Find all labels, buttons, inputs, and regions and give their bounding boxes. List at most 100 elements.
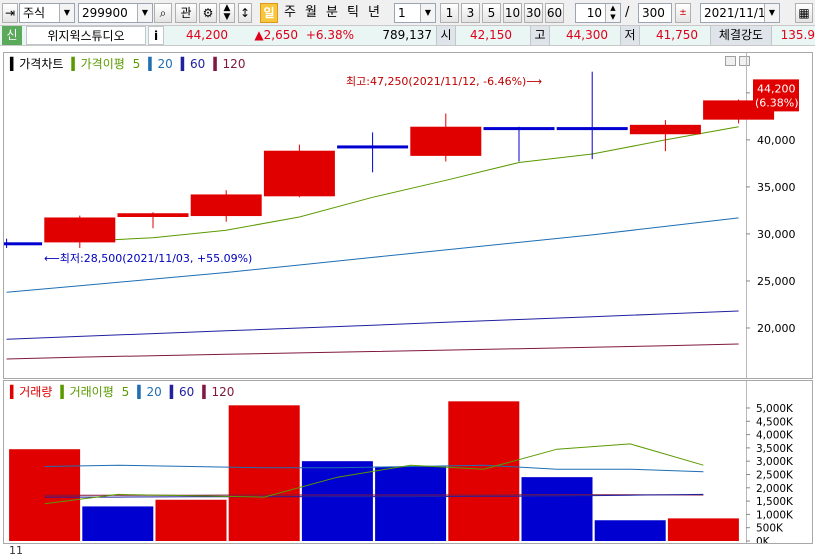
price-chart-panel: ▍가격차트 ▍가격이평 5 ▍20 ▍60 ▍120 20,000 25,000 30,00…: [3, 52, 813, 379]
volume-y-tick-label-3: 1,500K: [756, 496, 794, 508]
chevron-down-icon[interactable]: ▼: [137, 4, 152, 22]
date-select[interactable]: 2021/11/16 ▼: [700, 3, 780, 23]
watchlist-button[interactable]: 관: [175, 3, 197, 23]
candle-body-3: [190, 194, 262, 217]
price-chart-canvas: 20,00025,00030,00035,00040,00045,000최고:4…: [4, 53, 799, 378]
footer-count: 11: [9, 544, 23, 557]
menu-arrow-icon[interactable]: ⇥: [2, 3, 18, 23]
price-ma60-line: [6, 310, 739, 340]
strength-value: 135.9: [780, 28, 815, 42]
open-label: 시: [436, 26, 456, 45]
current-price: 44,200: [186, 28, 228, 42]
chevron-down-icon[interactable]: ▼: [420, 4, 435, 22]
low-label: 저: [620, 26, 640, 45]
interval-value: 1: [398, 6, 406, 20]
quick-interval-30[interactable]: 30: [524, 3, 543, 23]
tab-minute[interactable]: 분: [326, 5, 338, 21]
candle-body-8: [556, 127, 628, 131]
market-select-value: 주식: [23, 6, 46, 20]
search-icon[interactable]: ⌕: [154, 3, 172, 23]
low-annotation: ⟵최저:28,500(2021/11/03, +55.09%): [44, 252, 252, 265]
candle-body-5: [337, 145, 409, 149]
low-price: 41,750: [656, 28, 698, 42]
count-separator: /: [625, 5, 630, 20]
volume-y-tick-label-1: 500K: [756, 523, 784, 535]
tab-daily[interactable]: 일: [260, 3, 278, 23]
price-change: ▲2,650: [254, 28, 298, 42]
calendar-icon[interactable]: ▦: [795, 3, 813, 23]
quick-interval-60[interactable]: 60: [545, 3, 564, 23]
volume-bar-8: [594, 520, 666, 541]
volume-chart-canvas: 0K500K 1,000K1,500K2,000K 2,500K3,000K3,50…: [9, 381, 794, 543]
volume-bar-9: [667, 518, 739, 541]
display-count-value: 10: [586, 6, 602, 20]
high-label: 고: [530, 26, 550, 45]
last-price-pct-label: (6.38%): [755, 96, 799, 109]
quick-interval-3[interactable]: 3: [461, 3, 480, 23]
volume-bar-5: [375, 466, 447, 541]
chevron-down-icon[interactable]: ▼: [59, 4, 74, 22]
quote-row: 신 위지윅스튜디오 i 44,200 ▲2,650 +6.38% 789,137…: [0, 26, 815, 46]
total-count-input[interactable]: 300: [638, 3, 672, 23]
volume-y-tick-label-10: 5,000K: [756, 403, 794, 415]
volume-bar-3: [228, 405, 300, 541]
stock-code-value: 299900: [82, 6, 128, 20]
quick-interval-10[interactable]: 10: [503, 3, 522, 23]
volume-y-tick-label-6: 3,000K: [756, 456, 794, 468]
info-icon[interactable]: i: [148, 26, 164, 45]
open-price: 42,150: [470, 28, 512, 42]
price-y-tick-label-0: 20,000: [757, 322, 796, 335]
price-y-tick-label-1: 25,000: [757, 275, 796, 288]
candle-body-0: [4, 242, 43, 246]
price-ma5-line: [79, 126, 739, 242]
volume-y-tick-label-9: 4,500K: [756, 416, 794, 428]
volume-y-tick-label-2: 1,000K: [756, 509, 794, 521]
volume-y-tick-label-5: 2,500K: [756, 469, 794, 481]
tab-yearly[interactable]: 년: [368, 5, 380, 21]
interval-select[interactable]: 1 ▼: [394, 3, 436, 23]
spin-updown-icon[interactable]: ▲ ▼: [219, 3, 235, 23]
volume: 789,137: [382, 28, 432, 42]
toolbar: ⇥ 주식 ▼ 299900 ▼ ⌕ 관 ⚙ ▲ ▼ ↕ 일 주 월 분 틱 년 1…: [0, 0, 815, 26]
tab-weekly[interactable]: 주: [284, 5, 296, 21]
chart-window: ⇥ 주식 ▼ 299900 ▼ ⌕ 관 ⚙ ▲ ▼ ↕ 일 주 월 분 틱 년 1…: [0, 0, 815, 557]
volume-bar-2: [155, 499, 227, 541]
spin-updown-icon[interactable]: ▲ ▼: [605, 4, 620, 22]
zoom-icon[interactable]: ±: [675, 3, 691, 23]
price-ma120-line: [6, 343, 739, 360]
strength-label: 체결강도: [710, 26, 772, 45]
candle-body-4: [263, 150, 335, 197]
candle-body-2: [117, 213, 189, 217]
price-change-pct: +6.38%: [305, 28, 354, 42]
spin-icon[interactable]: ↕: [238, 3, 252, 23]
last-price-label: 44,200: [757, 82, 796, 95]
high-price: 44,300: [566, 28, 608, 42]
quick-interval-5[interactable]: 5: [482, 3, 501, 23]
date-value: 2021/11/16: [704, 6, 774, 20]
price-y-tick-label-2: 30,000: [757, 228, 796, 241]
volume-y-tick-label-8: 4,000K: [756, 430, 794, 442]
badge: 신: [2, 26, 22, 45]
market-select[interactable]: 주식 ▼: [19, 3, 75, 23]
price-y-tick-label-4: 40,000: [757, 134, 796, 147]
volume-bar-1: [82, 506, 154, 541]
candle-body-7: [483, 127, 555, 131]
volume-y-tick-label-7: 3,500K: [756, 443, 794, 455]
settings-icon[interactable]: ⚙: [199, 3, 217, 23]
stock-name: 위지윅스튜디오: [26, 26, 146, 45]
quick-interval-1[interactable]: 1: [440, 3, 459, 23]
volume-bar-7: [521, 477, 593, 541]
candle-body-1: [44, 217, 116, 243]
volume-bar-6: [448, 401, 520, 541]
volume-y-tick-label-4: 2,000K: [756, 483, 794, 495]
price-y-tick-label-3: 35,000: [757, 181, 796, 194]
display-count-input[interactable]: 10 ▲ ▼: [575, 3, 621, 23]
high-annotation: 최고:47,250(2021/11/12, -6.46%)⟶: [346, 75, 542, 88]
candle-body-9: [629, 124, 701, 135]
candle-body-6: [410, 126, 482, 156]
tab-tick[interactable]: 틱: [347, 5, 359, 21]
tab-monthly[interactable]: 월: [305, 5, 317, 21]
chevron-down-icon[interactable]: ▼: [764, 4, 779, 22]
volume-y-tick-label-0: 0K: [756, 536, 771, 543]
stock-code-input[interactable]: 299900 ▼: [78, 3, 153, 23]
